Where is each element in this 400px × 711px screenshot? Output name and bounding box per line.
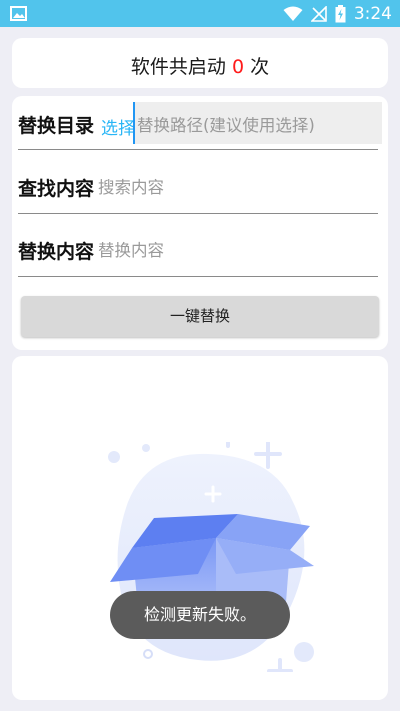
image-icon bbox=[10, 6, 27, 21]
choose-button[interactable]: 选择 bbox=[101, 114, 135, 139]
launch-count-prefix: 软件共启动 bbox=[130, 56, 226, 78]
toast-message: 检测更新失败。 bbox=[110, 591, 290, 639]
result-card bbox=[12, 356, 388, 700]
launch-count-text: 软件共启动 0 次 bbox=[12, 52, 388, 79]
find-input[interactable]: 搜索内容 bbox=[98, 174, 164, 198]
signal-off-icon bbox=[310, 5, 327, 22]
replace-input[interactable]: 替换内容 bbox=[98, 237, 164, 261]
path-placeholder: 替换路径(建议使用选择) bbox=[137, 116, 315, 135]
launch-count-suffix: 次 bbox=[250, 56, 270, 78]
replace-form-card: 替换目录 选择 替换路径(建议使用选择) 查找内容 搜索内容 替换内容 替换内容… bbox=[12, 96, 388, 350]
battery-charging-icon bbox=[335, 4, 346, 22]
launch-count-card: 软件共启动 0 次 bbox=[12, 38, 388, 88]
clock: 3:24 bbox=[353, 3, 392, 24]
dir-label: 替换目录 bbox=[18, 115, 95, 137]
path-input[interactable]: 替换路径(建议使用选择) bbox=[133, 102, 382, 144]
launch-count-value: 0 bbox=[231, 56, 245, 78]
wifi-icon bbox=[283, 6, 303, 21]
replace-underline bbox=[18, 276, 378, 277]
status-bar: 3:24 bbox=[0, 0, 400, 27]
find-label: 查找内容 bbox=[18, 178, 95, 200]
replace-label: 替换内容 bbox=[18, 241, 95, 263]
find-underline bbox=[18, 213, 378, 214]
path-underline bbox=[18, 149, 378, 150]
replace-all-button[interactable]: 一键替换 bbox=[21, 296, 379, 337]
